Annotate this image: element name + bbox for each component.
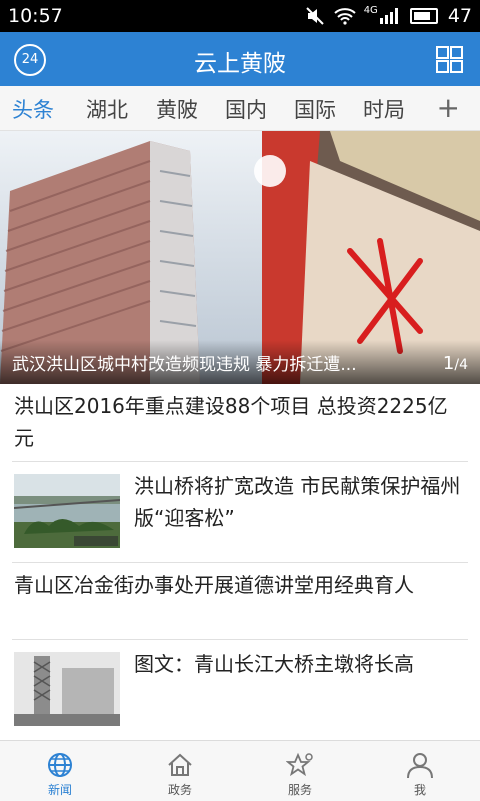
- nav-me[interactable]: 我: [360, 741, 480, 801]
- signal-icon: 4G: [363, 5, 400, 24]
- news-item[interactable]: 洪山桥将扩宽改造 市民献策保护福州版“迎客松”: [0, 462, 480, 562]
- hero-total-count: 4: [459, 357, 468, 373]
- category-tabs: 头条 湖北 黄陂 国内 国际 时局 +: [0, 86, 480, 131]
- tab-domestic[interactable]: 国内: [225, 94, 267, 124]
- nav-services[interactable]: 服务: [240, 741, 360, 801]
- news-title: 洪山桥将扩宽改造 市民献策保护福州版“迎客松”: [134, 474, 461, 530]
- bottom-nav: 新闻 政务 服务 我: [0, 740, 480, 801]
- globe-icon: [48, 753, 72, 777]
- network-type: 4G: [363, 5, 378, 16]
- tab-international[interactable]: 国际: [294, 94, 336, 124]
- home-icon: [168, 753, 192, 776]
- news-thumbnail: [14, 652, 120, 726]
- news-item[interactable]: 洪山区2016年重点建设88个项目 总投资2225亿元: [0, 384, 480, 462]
- wifi-icon: [334, 8, 356, 25]
- news-title: 青山区冶金街办事处开展道德讲堂用经典育人: [14, 573, 414, 597]
- nav-government-label: 政务: [167, 783, 192, 797]
- news-item[interactable]: 图文：青山长江大桥主墩将长高: [0, 640, 480, 740]
- nav-government[interactable]: 政务: [120, 741, 240, 801]
- nav-me-label: 我: [413, 783, 426, 797]
- mute-icon: [305, 7, 324, 25]
- grid-menu-icon[interactable]: [436, 46, 463, 73]
- status-time: 10:57: [8, 5, 63, 27]
- news-thumbnail: [14, 474, 120, 548]
- hero-carousel[interactable]: 武汉洪山区城中村改造频现违规 暴力拆迁遭... 1/4: [0, 131, 480, 384]
- hero-current-index: 1: [442, 353, 455, 374]
- hero-page-indicator: 1/4: [442, 353, 468, 374]
- nav-news-label: 新闻: [47, 783, 72, 797]
- tab-hubei[interactable]: 湖北: [86, 94, 128, 124]
- status-icons: 4G 47: [305, 5, 472, 27]
- add-tab-icon[interactable]: +: [437, 91, 460, 124]
- hero-caption: 武汉洪山区城中村改造频现违规 暴力拆迁遭...: [12, 355, 357, 375]
- app-title: 云上黄陂: [194, 51, 286, 77]
- tab-headline[interactable]: 头条: [12, 94, 54, 124]
- tab-huangpi[interactable]: 黄陂: [156, 94, 198, 124]
- tab-current-affairs[interactable]: 时局: [363, 94, 405, 124]
- news-title: 洪山区2016年重点建设88个项目 总投资2225亿元: [14, 394, 448, 450]
- news-title: 图文：青山长江大桥主墩将长高: [134, 652, 414, 676]
- battery-level: 47: [447, 5, 472, 27]
- person-icon: [407, 753, 433, 779]
- status-bar: 10:57 4G 47: [0, 0, 480, 32]
- battery-icon: [409, 8, 438, 24]
- nav-news[interactable]: 新闻: [0, 741, 120, 801]
- news-item[interactable]: 青山区冶金街办事处开展道德讲堂用经典育人: [0, 563, 480, 639]
- star-icon: [286, 752, 313, 777]
- app-header: 24 云上黄陂: [0, 32, 480, 86]
- nav-services-label: 服务: [287, 783, 312, 797]
